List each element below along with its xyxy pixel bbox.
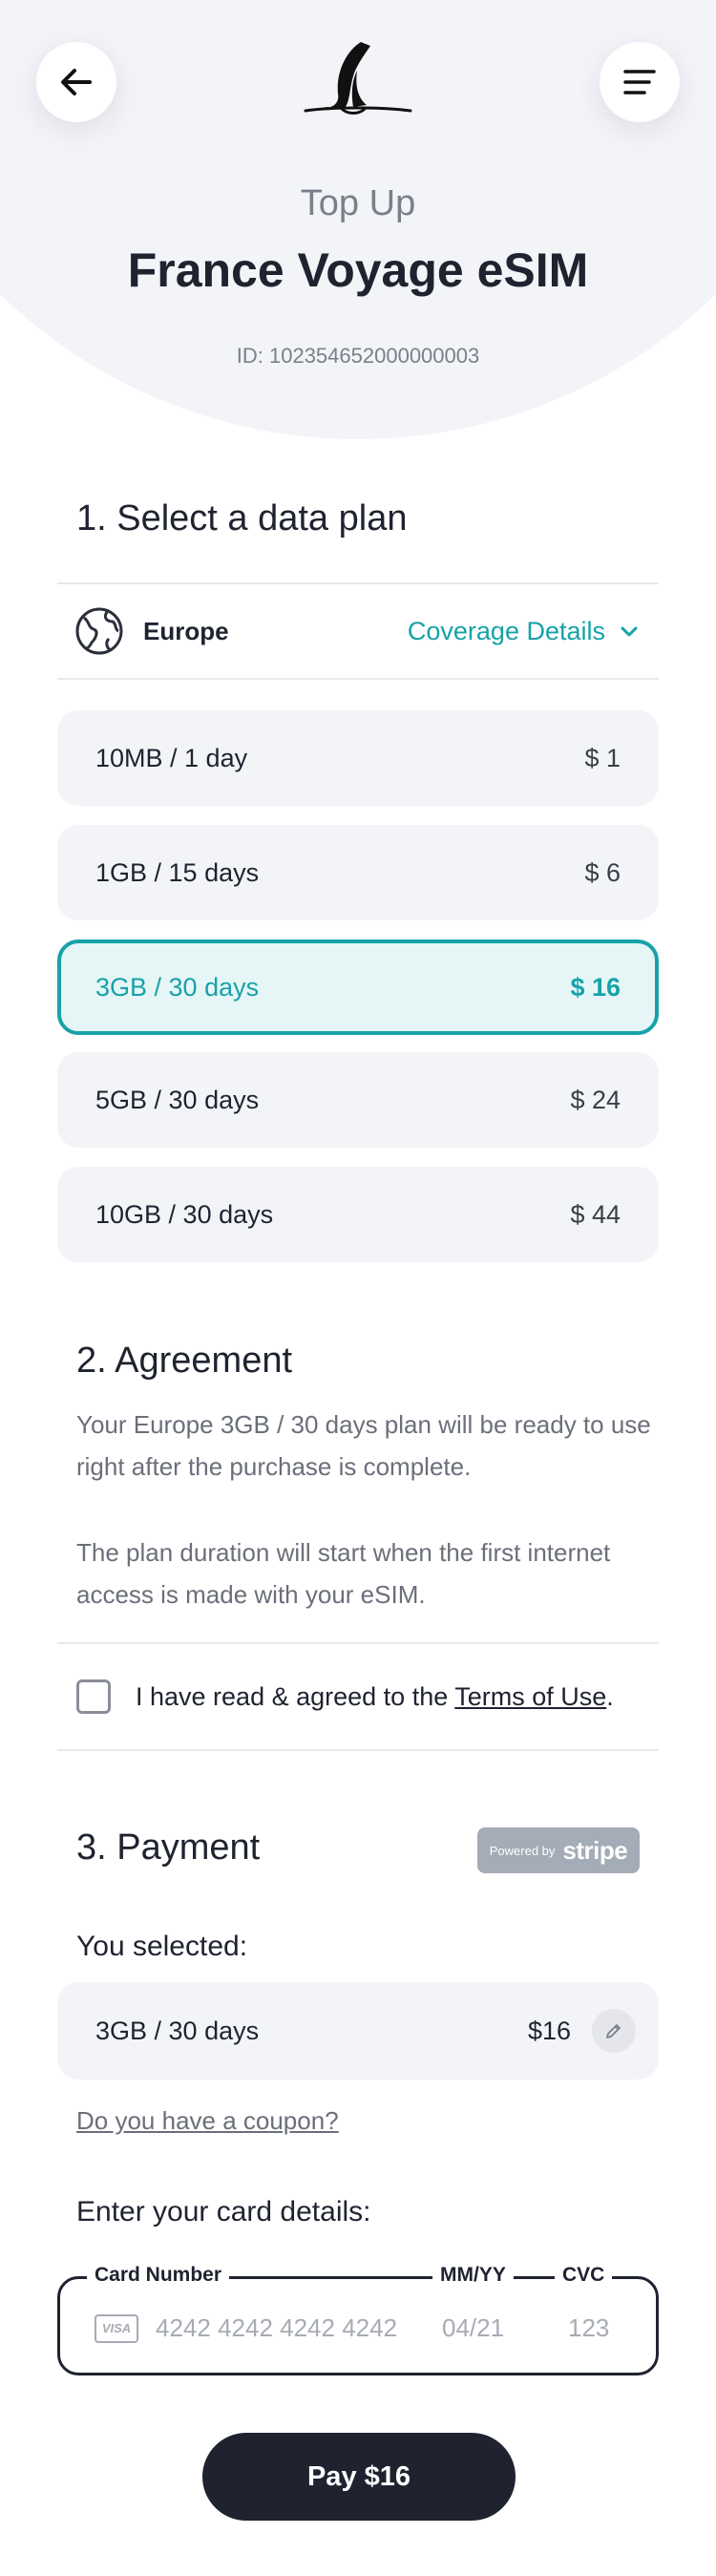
select-plan-heading: 1. Select a data plan bbox=[76, 498, 408, 538]
selected-plan-summary: 3GB / 30 days $16 bbox=[57, 1982, 659, 2080]
terms-agreement-row: I have read & agreed to the Terms of Use… bbox=[57, 1644, 659, 1749]
plan-price: $ 16 bbox=[570, 972, 621, 1002]
plan-price: $ 6 bbox=[584, 857, 621, 887]
plan-option-5gb[interactable]: 5GB / 30 days $ 24 bbox=[57, 1052, 659, 1148]
pencil-icon bbox=[606, 2024, 621, 2038]
powered-by-stripe-badge: Powered by stripe bbox=[477, 1827, 640, 1873]
terms-label-period: . bbox=[606, 1681, 614, 1711]
top-up-header: Top Up France Voyage eSIM ID: 1023546520… bbox=[0, 0, 716, 439]
esim-id: ID: 102354652000000003 bbox=[236, 344, 480, 368]
payment-heading: 3. Payment bbox=[76, 1827, 261, 1868]
plan-price: $ 24 bbox=[570, 1085, 621, 1114]
coverage-details-label: Coverage Details bbox=[407, 616, 605, 645]
arrow-left-icon bbox=[61, 69, 92, 95]
card-brand-icon: VISA bbox=[95, 2313, 138, 2343]
card-fields-row: VISA 4242 4242 4242 4242 04/21 123 bbox=[95, 2313, 644, 2343]
card-input-group[interactable]: Card Number MM/YY CVC VISA 4242 4242 424… bbox=[57, 2264, 659, 2375]
terms-of-use-link[interactable]: Terms of Use bbox=[454, 1682, 606, 1711]
page-subtitle: Top Up bbox=[300, 183, 416, 223]
terms-label-text: I have read & agreed to the bbox=[136, 1681, 455, 1711]
expiry-legend: MM/YY bbox=[432, 2264, 514, 2287]
terms-checkbox[interactable] bbox=[76, 1679, 111, 1714]
plan-option-1gb[interactable]: 1GB / 15 days $ 6 bbox=[57, 825, 659, 920]
back-button[interactable] bbox=[36, 42, 116, 122]
edit-plan-button[interactable] bbox=[592, 2009, 636, 2053]
region-name: Europe bbox=[143, 616, 229, 645]
divider bbox=[57, 1749, 659, 1751]
plan-price: $ 1 bbox=[584, 743, 621, 772]
powered-by-text: Powered by bbox=[489, 1843, 556, 1858]
region-row: Europe Coverage Details bbox=[57, 584, 659, 678]
plan-name: 10GB / 30 days bbox=[95, 1199, 274, 1229]
cvc-legend: CVC bbox=[555, 2264, 613, 2287]
expiry-input[interactable]: 04/21 bbox=[442, 2313, 568, 2343]
plan-name: 1GB / 15 days bbox=[95, 857, 260, 887]
page-title: France Voyage eSIM bbox=[127, 243, 589, 297]
menu-icon bbox=[623, 70, 656, 95]
plan-option-10gb[interactable]: 10GB / 30 days $ 44 bbox=[57, 1167, 659, 1262]
terms-checkbox-label: I have read & agreed to the Terms of Use… bbox=[136, 1682, 614, 1712]
selected-plan-name: 3GB / 30 days bbox=[95, 2016, 260, 2045]
plan-price: $ 44 bbox=[570, 1199, 621, 1229]
pay-button[interactable]: Pay $16 bbox=[202, 2433, 516, 2521]
card-number-legend: Card Number bbox=[87, 2264, 230, 2287]
divider bbox=[57, 678, 659, 680]
chevron-down-icon bbox=[621, 626, 638, 637]
plan-name: 3GB / 30 days bbox=[95, 972, 260, 1002]
card-number-input[interactable]: 4242 4242 4242 4242 bbox=[156, 2313, 442, 2343]
agreement-heading: 2. Agreement bbox=[76, 1341, 293, 1381]
globe-icon bbox=[75, 607, 123, 655]
coverage-details-link[interactable]: Coverage Details bbox=[408, 617, 640, 646]
plan-option-3gb-selected[interactable]: 3GB / 30 days $ 16 bbox=[57, 940, 659, 1035]
plan-name: 10MB / 1 day bbox=[95, 743, 248, 772]
plan-name: 5GB / 30 days bbox=[95, 1085, 260, 1114]
stripe-logo: stripe bbox=[562, 1835, 628, 1865]
brand-logo-icon bbox=[304, 42, 412, 115]
card-details-label: Enter your card details: bbox=[76, 2196, 371, 2228]
you-selected-label: You selected: bbox=[76, 1931, 248, 1962]
menu-button[interactable] bbox=[600, 42, 680, 122]
selected-plan-price: $16 bbox=[527, 2016, 571, 2045]
plan-option-10mb[interactable]: 10MB / 1 day $ 1 bbox=[57, 710, 659, 806]
agreement-paragraph-ready: Your Europe 3GB / 30 days plan will be r… bbox=[76, 1410, 651, 1481]
cvc-input[interactable]: 123 bbox=[568, 2313, 644, 2343]
coupon-link[interactable]: Do you have a coupon? bbox=[76, 2106, 339, 2136]
agreement-paragraph-duration: The plan duration will start when the fi… bbox=[76, 1538, 611, 1609]
